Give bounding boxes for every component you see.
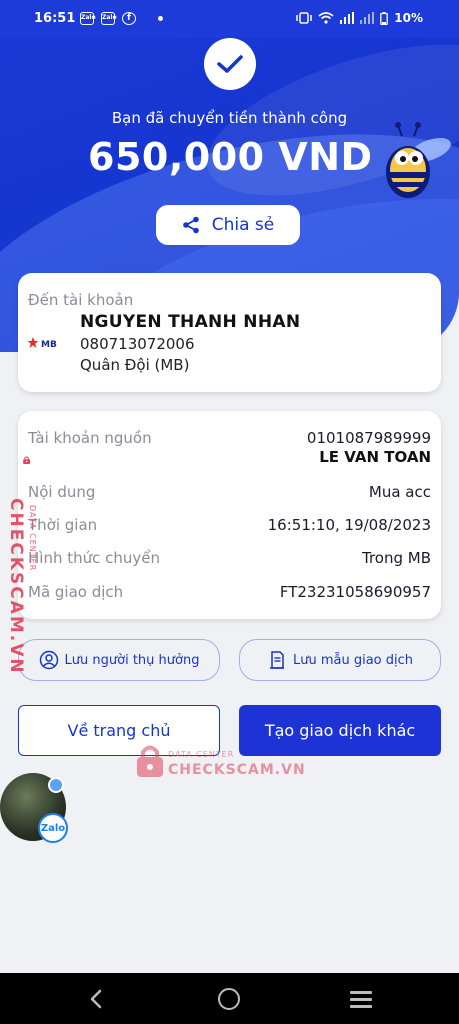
zalo-notification-icon: Zalo — [101, 12, 117, 25]
time-value: 16:51:10, 19/08/2023 — [267, 516, 431, 534]
time-label: Thời gian — [28, 516, 98, 534]
status-time: 16:51 — [34, 11, 76, 26]
method-value: Trong MB — [361, 549, 431, 567]
source-account-label: Tài khoản nguồn — [28, 429, 152, 447]
watermark-brand: CHECKSCAM.VN — [168, 762, 306, 778]
recipient-label: Đến tài khoản — [28, 291, 134, 309]
user-circle-icon — [39, 650, 58, 670]
success-check-icon — [204, 38, 256, 90]
document-icon — [269, 651, 284, 669]
save-template-button[interactable]: Lưu mẫu giao dịch — [239, 639, 441, 681]
recipient-name: NGUYEN THANH NHAN — [80, 312, 301, 332]
watermark-center: DATA CENTER CHECKSCAM.VN — [136, 744, 305, 782]
home-button[interactable]: Về trang chủ — [18, 705, 220, 756]
save-template-label: Lưu mẫu giao dịch — [292, 652, 414, 668]
signal-icon — [340, 12, 355, 24]
transfer-amount: 650,000 VND — [88, 135, 373, 179]
home-nav-icon[interactable] — [218, 988, 240, 1010]
transaction-details-card: Tài khoản nguồn 0101087989999 LE VAN TOA… — [18, 411, 441, 619]
recents-icon[interactable] — [350, 991, 372, 1012]
watermark-sub-vertical: DATA CENTER — [28, 505, 37, 572]
back-icon[interactable] — [88, 988, 104, 1010]
recipient-account-number: 080713072006 — [80, 335, 195, 353]
wifi-icon — [318, 12, 334, 24]
method-label: Hình thức chuyển — [28, 549, 161, 567]
more-notifications-icon — [158, 16, 163, 21]
save-beneficiary-button[interactable]: Lưu người thụ hưởng — [18, 639, 220, 681]
mascot-bee-icon — [386, 122, 451, 198]
battery-level: 10% — [394, 11, 423, 25]
zalo-icon: Zalo — [38, 813, 68, 843]
save-beneficiary-label: Lưu người thụ hưởng — [64, 652, 200, 668]
source-account-name: LE VAN TOAN — [319, 448, 431, 466]
system-nav-bar — [0, 973, 459, 1024]
transaction-code-label: Mã giao dịch — [28, 583, 124, 601]
recipient-bank-name: Quân Đội (MB) — [80, 356, 190, 374]
watermark-lock-icon — [137, 745, 163, 777]
source-account-number: 0101087989999 — [306, 429, 431, 447]
recipient-card: Đến tài khoản MB NGUYEN THANH NHAN 08071… — [18, 273, 441, 392]
battery-icon — [380, 11, 389, 25]
zalo-notification-icon: Zalo — [80, 12, 96, 25]
watermark-lock-icon — [23, 456, 30, 464]
status-bar: 16:51 Zalo Zalo f 10% — [0, 0, 459, 38]
vibrate-icon — [296, 12, 313, 24]
svg-text:MB: MB — [41, 340, 57, 350]
transaction-code-value: FT23231058690957 — [279, 583, 431, 601]
facebook-notification-icon: f — [122, 12, 136, 25]
signal-icon-2 — [360, 12, 375, 24]
content-value: Mua acc — [368, 483, 431, 501]
watermark-brand-vertical: CHECKSCAM.VN — [6, 498, 26, 675]
mb-bank-logo: MB — [27, 335, 60, 350]
share-icon — [182, 216, 199, 234]
new-transaction-button[interactable]: Tạo giao dịch khác — [239, 705, 441, 756]
share-button[interactable]: Chia sẻ — [156, 205, 300, 245]
share-label: Chia sẻ — [211, 215, 275, 235]
online-indicator-icon — [48, 777, 64, 793]
watermark-sub: DATA CENTER — [168, 750, 235, 759]
